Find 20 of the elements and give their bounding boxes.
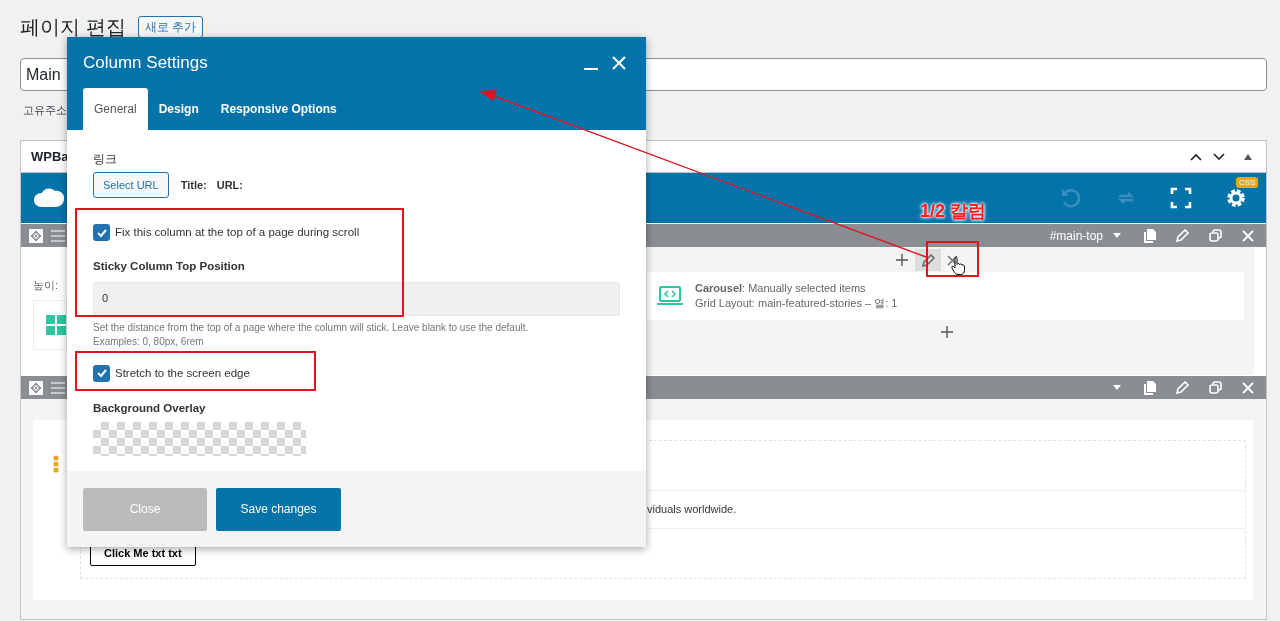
help-text: Set the distance from the top of a page where the column will stick. Leave blank to use the default. <box>93 320 530 335</box>
permalink-label: 고유주소 <box>23 103 67 119</box>
page-heading: 페이지 편집 <box>20 17 126 37</box>
field-label: Sticky Column Top Position <box>93 259 246 275</box>
field-label: Title: <box>180 177 207 193</box>
field-label: URL: <box>216 177 243 193</box>
checkbox-label: Stretch to the screen edge <box>115 365 250 381</box>
body-text: viduals worldwide. <box>647 502 737 518</box>
field-label: 링크 <box>93 151 118 167</box>
css-badge: CSS <box>1236 177 1259 188</box>
annotation-label: 1/2 칼럼 <box>920 200 987 222</box>
field-label: Background Overlay <box>93 400 207 416</box>
element-subtitle: Grid Layout: main-featured-stories – 열: 1 <box>695 296 898 311</box>
element-title: Carousel: Manually selected items <box>695 281 867 296</box>
row-id-label: #main-top <box>1049 227 1103 245</box>
help-text: Examples: 0, 80px, 6rem <box>93 334 205 349</box>
dialog-title: Column Settings <box>83 51 208 74</box>
panel-title: WPBa <box>31 147 69 166</box>
checkbox-label: Fix this column at the top of a page during scroll <box>115 225 360 240</box>
height-label: 높이: <box>33 278 60 293</box>
